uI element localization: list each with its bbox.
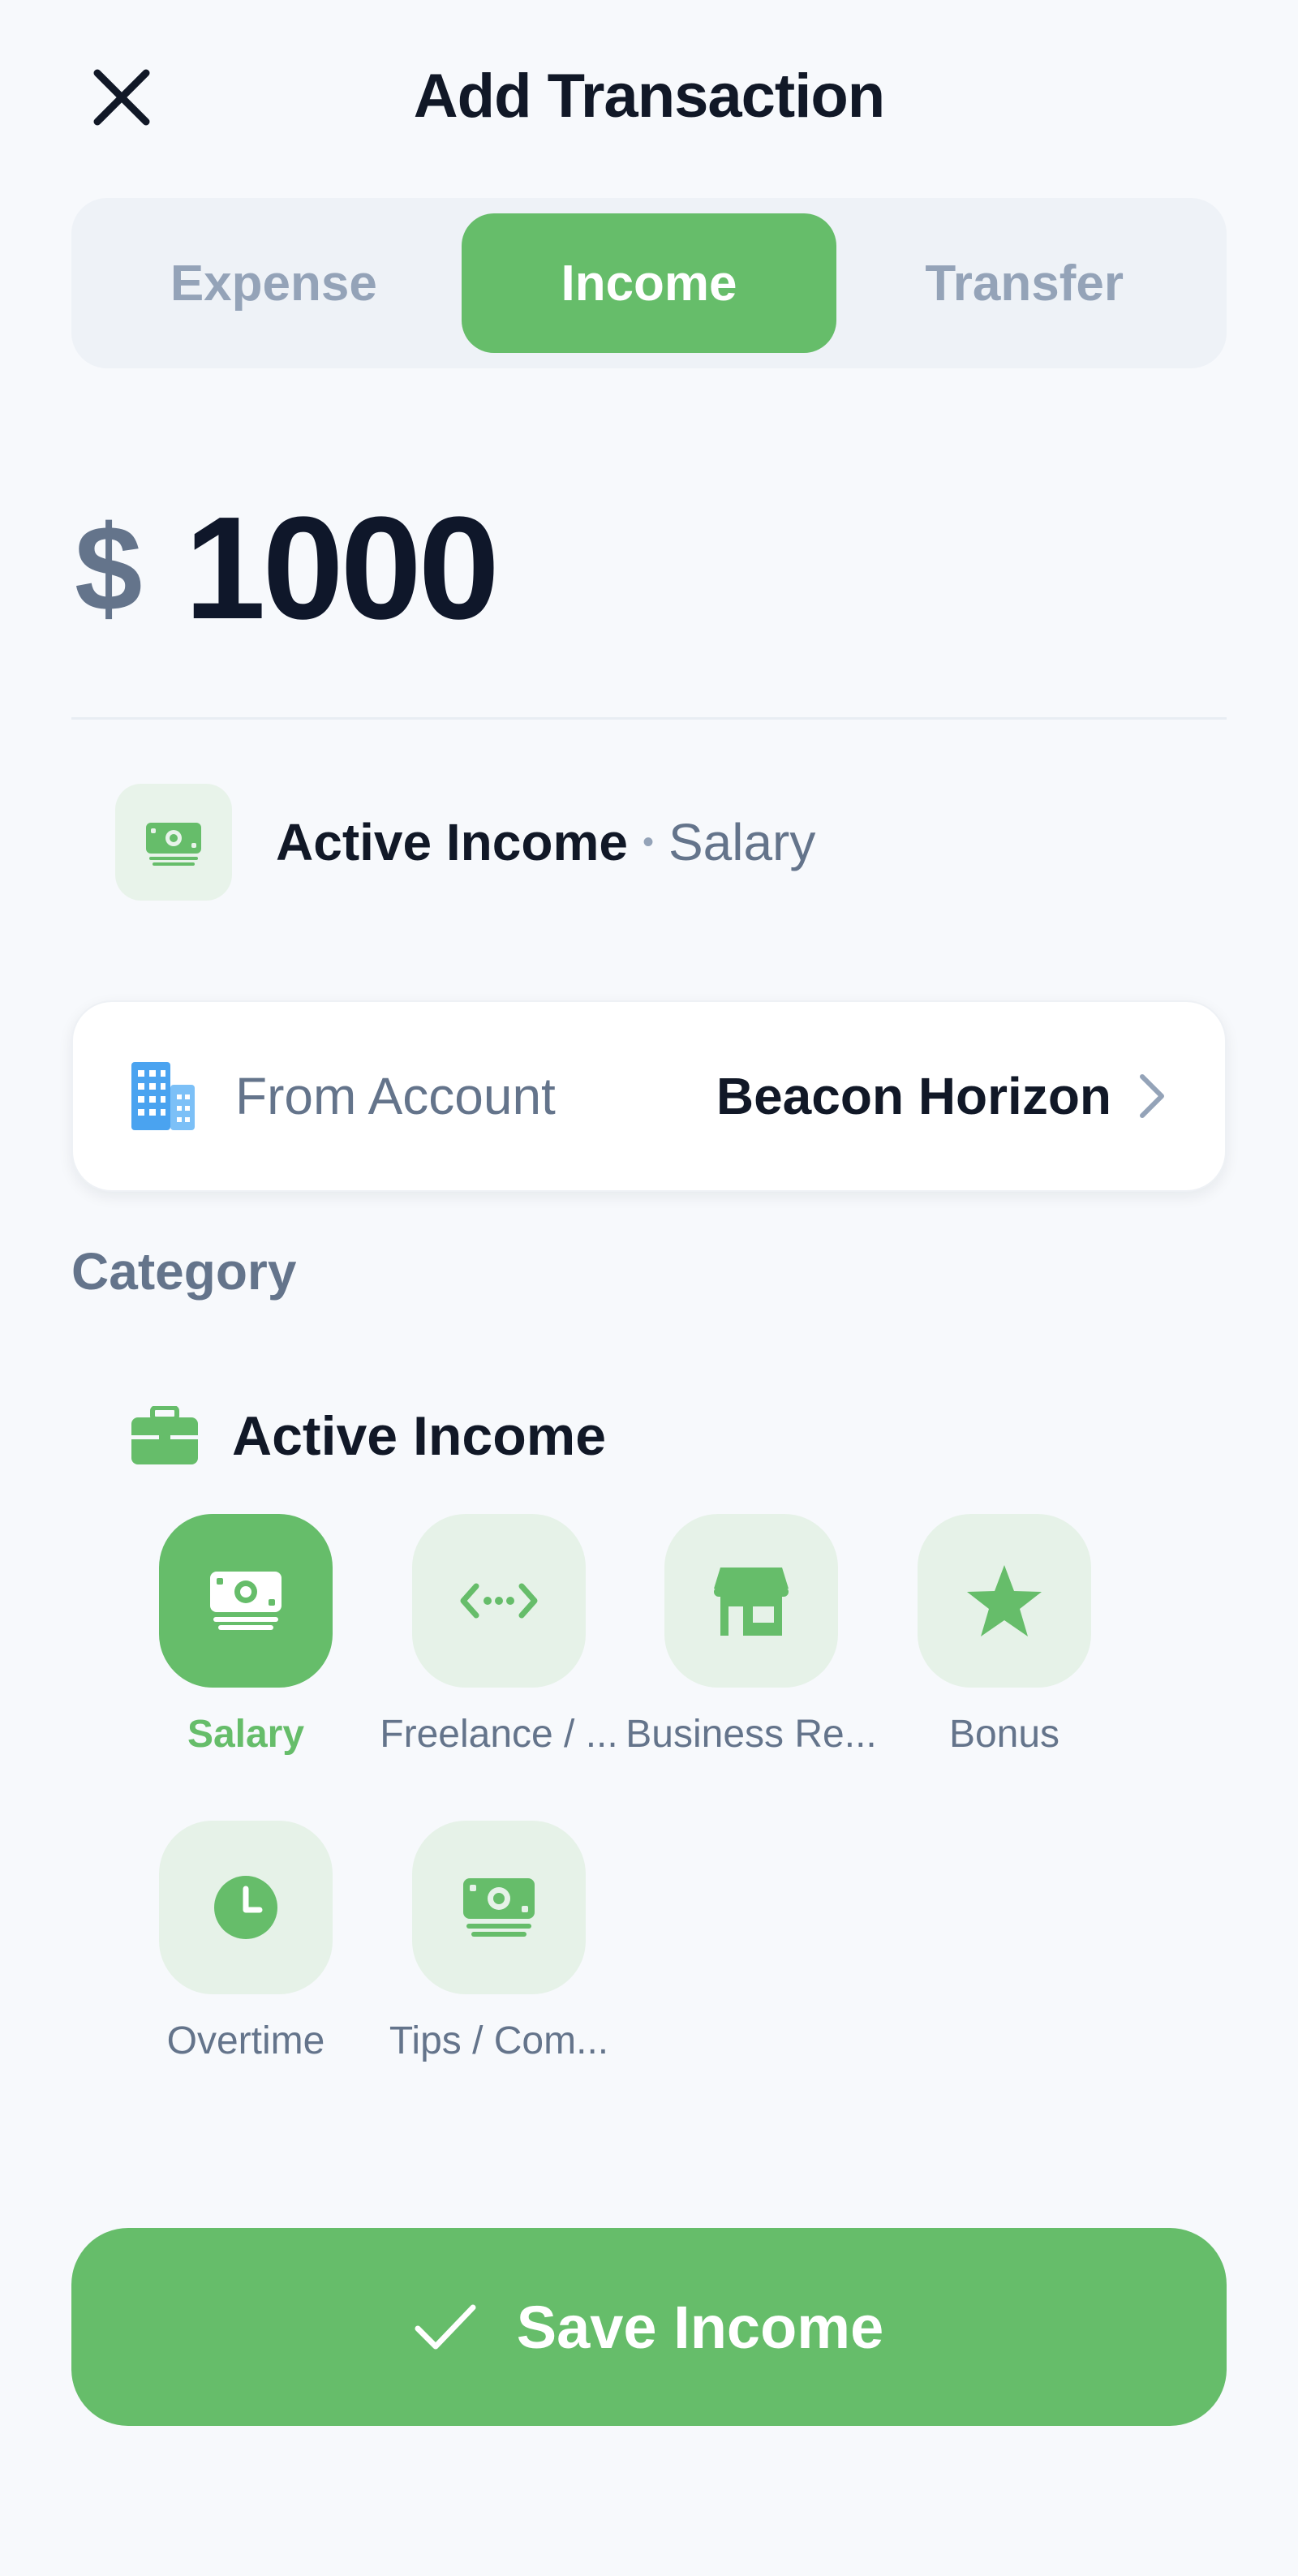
tab-expense[interactable]: Expense: [86, 213, 462, 353]
category-item-overtime[interactable]: Overtime: [120, 1821, 372, 2080]
money-icon: [463, 1878, 535, 1937]
category-label: Tips / Com...: [389, 2019, 609, 2062]
category-tile: [664, 1514, 838, 1688]
building-icon: [131, 1062, 195, 1130]
clock-icon: [214, 1876, 277, 1939]
save-income-button[interactable]: Save Income: [71, 2228, 1227, 2426]
category-tile: [412, 1514, 586, 1688]
from-account-selector[interactable]: From Account Beacon Horizon: [71, 1000, 1227, 1192]
category-group-header: Active Income: [130, 1400, 606, 1473]
separator-dot: •: [642, 824, 654, 860]
category-item-salary[interactable]: Salary: [120, 1514, 372, 1774]
header: Add Transaction: [0, 0, 1298, 195]
page-title: Add Transaction: [413, 62, 885, 131]
category-group-title: Active Income: [232, 1405, 607, 1467]
category-item-business-revenue[interactable]: Business Re...: [625, 1514, 877, 1774]
money-icon: [146, 823, 201, 866]
check-icon: [415, 2304, 476, 2350]
category-item-freelance[interactable]: Freelance / ...: [373, 1514, 625, 1774]
currency-symbol: $: [75, 499, 143, 636]
money-icon: [210, 1572, 282, 1630]
category-tile: [412, 1821, 586, 1994]
save-income-label: Save Income: [516, 2293, 884, 2361]
selected-category-name: Salary: [668, 813, 816, 871]
from-account-label: From Account: [235, 1067, 556, 1125]
category-item-bonus[interactable]: Bonus: [879, 1514, 1130, 1774]
category-section-label: Category: [71, 1242, 297, 1301]
category-label: Business Re...: [625, 1713, 877, 1756]
selected-category-group: Active Income: [276, 813, 628, 871]
category-label: Freelance / ...: [380, 1713, 618, 1756]
transaction-type-tabs: Expense Income Transfer: [71, 198, 1227, 368]
selected-category: Active Income • Salary: [115, 784, 815, 901]
briefcase-icon: [131, 1406, 198, 1464]
category-tile: [918, 1514, 1091, 1688]
category-label: Overtime: [166, 2019, 325, 2062]
category-tile: [159, 1821, 333, 1994]
from-account-value: Beacon Horizon: [716, 1067, 1111, 1125]
category-item-tips[interactable]: Tips / Com...: [373, 1821, 625, 2080]
category-label: Bonus: [948, 1713, 1060, 1756]
store-icon: [714, 1568, 789, 1636]
chevron-right-icon: [1140, 1074, 1164, 1118]
divider: [71, 717, 1227, 720]
star-icon: [967, 1565, 1042, 1636]
tab-transfer[interactable]: Transfer: [836, 213, 1212, 353]
amount-value[interactable]: 1000: [184, 484, 499, 652]
code-icon: [460, 1583, 538, 1619]
selected-category-icon-box: [115, 784, 232, 901]
tab-income[interactable]: Income: [461, 213, 837, 353]
amount-field[interactable]: $ 1000: [75, 484, 500, 652]
category-tile: [159, 1514, 333, 1688]
category-label: Salary: [187, 1713, 305, 1756]
